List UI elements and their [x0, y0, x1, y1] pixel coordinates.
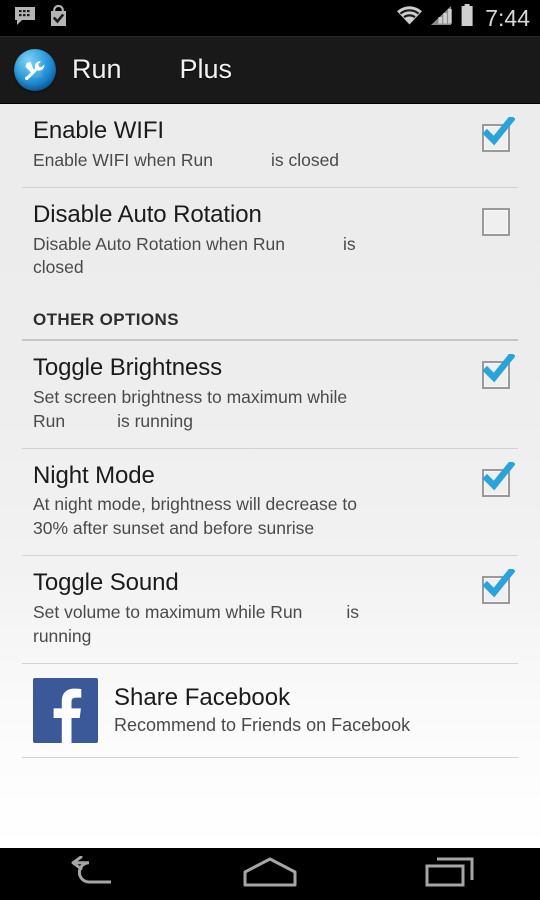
status-bar: 7:44	[0, 0, 540, 36]
summary-part-3: closed	[33, 257, 84, 278]
status-bar-system-icons: 7:44	[396, 4, 530, 32]
wrench-screwdriver-icon[interactable]	[14, 48, 56, 91]
summary-part-1: Disable Auto Rotation when Run	[33, 233, 285, 254]
summary-part-1: At night mode, brightness will decrease …	[33, 494, 357, 515]
checkbox-toggle-sound[interactable]	[482, 567, 516, 605]
preference-summary: Set screen brightness to maximum while R…	[33, 386, 433, 434]
preference-text: Toggle Brightness Set screen brightness …	[33, 354, 474, 434]
preference-title: Disable Auto Rotation	[33, 200, 262, 228]
nav-recents-button[interactable]	[390, 848, 510, 900]
preference-title: Enable WIFI	[33, 117, 164, 144]
summary-part-1: Enable WIFI when Run	[33, 149, 213, 170]
summary-part-2: is closed	[270, 149, 340, 170]
preference-summary: At night mode, brightness will decrease …	[33, 493, 433, 541]
bbm-chat-icon	[14, 5, 36, 32]
section-header-other-options: OTHER OPTIONS	[33, 310, 179, 330]
home-icon	[243, 856, 297, 893]
preference-title: Toggle Brightness	[33, 354, 223, 382]
summary-part-2: 30% after sunset and before sunrise	[33, 518, 315, 539]
preferences-list[interactable]: Enable WIFI Enable WIFI when Run is close…	[0, 104, 540, 848]
facebook-logo-icon	[33, 677, 98, 743]
checkbox-enable-wifi[interactable]	[482, 114, 516, 152]
check-mark-icon	[481, 352, 516, 391]
preference-row-enable-wifi[interactable]: Enable WIFI Enable WIFI when Run is close…	[0, 104, 540, 187]
share-title: Share Facebook	[114, 683, 291, 711]
status-bar-notification-icons	[14, 4, 69, 32]
cellular-signal-icon	[430, 5, 453, 31]
back-icon	[67, 855, 113, 893]
checkbox-wrap[interactable]	[474, 459, 518, 497]
summary-part-3: is running	[117, 410, 193, 431]
nav-home-button[interactable]	[210, 848, 330, 900]
summary-part-1: Set volume to maximum while Run	[33, 601, 303, 622]
preference-summary: Enable WIFI when Run is closed	[33, 149, 433, 173]
checkbox-wrap[interactable]	[474, 202, 518, 236]
preference-row-toggle-brightness[interactable]: Toggle Brightness Set screen brightness …	[0, 341, 540, 447]
preference-row-disable-auto-rotation[interactable]: Disable Auto Rotation Disable Auto Rotat…	[0, 188, 540, 294]
preference-row-toggle-sound[interactable]: Toggle Sound Set volume to maximum while…	[0, 556, 540, 662]
preference-text: Disable Auto Rotation Disable Auto Rotat…	[33, 200, 474, 281]
row-divider	[22, 756, 518, 758]
preference-title: Toggle Sound	[33, 569, 179, 597]
checkbox-wrap[interactable]	[474, 114, 518, 152]
checkbox-disable-auto-rotation[interactable]	[482, 207, 510, 236]
wifi-icon	[396, 5, 423, 31]
check-mark-icon	[481, 567, 516, 606]
share-text: Share Facebook Recommend to Friends on F…	[114, 684, 410, 737]
preference-text: Enable WIFI Enable WIFI when Run is close…	[33, 117, 474, 173]
action-bar: Run Plus	[0, 36, 540, 104]
preference-text: Night Mode At night mode, brightness wil…	[33, 461, 474, 541]
summary-part-2: is	[346, 601, 360, 622]
recents-icon	[425, 856, 475, 893]
summary-part-3: running	[33, 625, 92, 646]
preference-title: Night Mode	[33, 461, 155, 489]
check-mark-icon	[481, 114, 516, 154]
check-mark-icon	[481, 459, 516, 499]
checkbox-toggle-brightness[interactable]	[482, 352, 516, 390]
checkbox-wrap[interactable]	[474, 567, 518, 605]
checkbox-wrap[interactable]	[474, 352, 518, 390]
summary-part-1: Set screen brightness to maximum while	[33, 387, 348, 408]
preference-text: Toggle Sound Set volume to maximum while…	[33, 569, 474, 649]
checkbox-night-mode[interactable]	[482, 459, 516, 497]
nav-back-button[interactable]	[30, 848, 150, 900]
status-bar-clock: 7:44	[485, 4, 530, 31]
navigation-bar	[0, 848, 540, 900]
page-title-suffix: Plus	[179, 54, 233, 84]
summary-part-2: Run	[33, 410, 66, 431]
preference-row-night-mode[interactable]: Night Mode At night mode, brightness wil…	[0, 449, 540, 555]
battery-icon	[460, 4, 474, 32]
page-title: Run	[72, 54, 122, 84]
preference-summary: Set volume to maximum while Run is runnin…	[33, 601, 433, 649]
share-summary: Recommend to Friends on Facebook	[114, 715, 411, 736]
preference-summary: Disable Auto Rotation when Run is closed	[33, 233, 433, 281]
phone-screen: 7:44 Run Plus Enable WIFI Enable WIFI wh…	[0, 0, 540, 900]
action-bar-title-group: Run Plus	[72, 56, 232, 83]
preference-row-share-facebook[interactable]: Share Facebook Recommend to Friends on F…	[0, 664, 540, 757]
summary-part-2: is	[342, 233, 356, 254]
play-store-bag-icon	[48, 4, 69, 32]
